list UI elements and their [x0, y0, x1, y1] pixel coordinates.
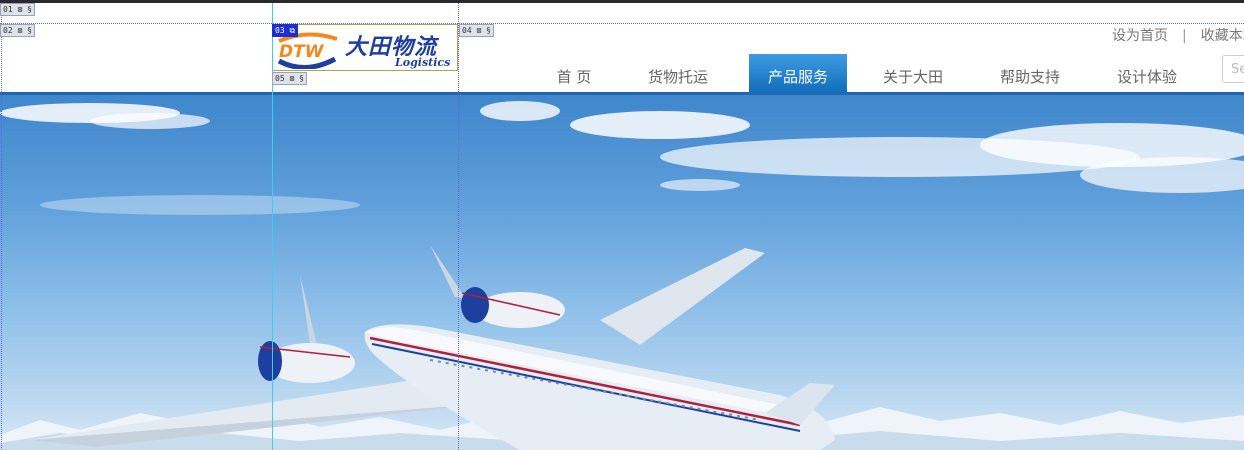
slice-guide-horizontal: [0, 23, 1244, 24]
nav-item-help[interactable]: 帮助支持: [981, 54, 1079, 94]
slice-label-01[interactable]: 01 ⊠ §: [0, 3, 35, 16]
nav-item-about[interactable]: 关于大田: [864, 54, 962, 94]
slice-label-02[interactable]: 02 ⊠ §: [0, 24, 35, 37]
toplinks-separator: |: [1182, 28, 1187, 44]
hero-banner: [0, 95, 1244, 450]
slice-label-04[interactable]: 04 ⊠ §: [459, 24, 494, 37]
nav-item-products[interactable]: 产品服务: [749, 54, 847, 94]
nav-item-home[interactable]: 首 页: [525, 54, 623, 94]
slice-guide-vertical-edge: [1, 3, 2, 450]
slice-label-03[interactable]: 03 ⧉: [272, 24, 299, 37]
logo-mark-text: DTW: [279, 42, 325, 62]
logo-english-name: Logistics: [395, 56, 451, 69]
top-links: 设为首页 | 收藏本站: [1112, 25, 1244, 45]
search-input[interactable]: Se: [1222, 55, 1244, 83]
bookmark-link[interactable]: 收藏本站: [1201, 28, 1244, 44]
logo[interactable]: DTW 大田物流 Logistics: [272, 24, 458, 71]
clouds: [0, 101, 1244, 215]
slice-guide-vertical-right: [458, 3, 459, 450]
banner-illustration: [0, 101, 1244, 450]
engine-rear: [430, 245, 565, 328]
set-homepage-link[interactable]: 设为首页: [1112, 28, 1168, 44]
nav-item-shipping[interactable]: 货物托运: [629, 54, 727, 94]
slice-label-05[interactable]: 05 ⊠ §: [272, 72, 307, 85]
slice-guide-vertical-left: [272, 3, 273, 450]
nav-item-design[interactable]: 设计体验: [1098, 54, 1196, 94]
